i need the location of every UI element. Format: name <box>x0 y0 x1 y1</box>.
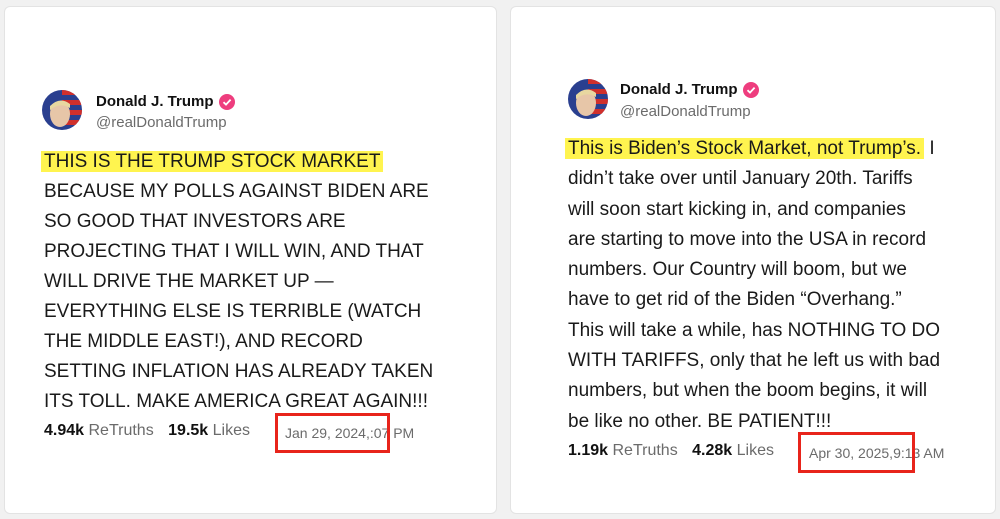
post-line: This will take a while, has NOTHING TO D… <box>568 319 941 341</box>
author-name[interactable]: Donald J. Trump <box>620 81 759 98</box>
avatar[interactable] <box>42 90 82 130</box>
post-body: THIS IS THE TRUMP STOCK MARKET BECAUSE M… <box>41 147 434 417</box>
highlighted-text: THIS IS THE TRUMP STOCK MARKET <box>41 151 384 172</box>
post-line: are starting to move into the USA in rec… <box>568 228 927 250</box>
post-line: numbers, but when the boom begins, it wi… <box>568 380 928 402</box>
likes-button[interactable]: 4.28k Likes <box>692 442 774 459</box>
post-line: SO GOOD THAT INVESTORS ARE <box>44 211 346 232</box>
verified-badge-icon <box>742 81 759 98</box>
post-line: numbers. Our Country will boom, but we <box>568 259 907 281</box>
post-line: EVERYTHING ELSE IS TERRIBLE (WATCH <box>44 301 422 322</box>
post-card-left: Donald J. Trump @realDonaldTrump THIS IS… <box>4 6 497 514</box>
post-body: This is Biden’s Stock Market, not Trump’… <box>565 134 941 437</box>
post-line: WILL DRIVE THE MARKET UP — <box>44 271 334 292</box>
post-line: WITH TARIFFS, only that he left us with … <box>568 350 941 372</box>
annotation-box <box>275 413 390 453</box>
verified-badge-icon <box>218 93 235 110</box>
author-handle[interactable]: @realDonaldTrump <box>620 103 751 120</box>
engagement-stats: 1.19k ReTruths 4.28k Likes <box>568 442 784 460</box>
post-line: PROJECTING THAT I WILL WIN, AND THAT <box>44 241 424 262</box>
retruths-button[interactable]: 4.94k ReTruths <box>44 422 154 439</box>
post-line: have to get rid of the Biden “Overhang.” <box>568 289 902 311</box>
highlighted-text: This is Biden’s Stock Market, not Trump’… <box>565 138 925 159</box>
retruths-button[interactable]: 1.19k ReTruths <box>568 442 678 459</box>
post-line: didn’t take over until January 20th. Tar… <box>568 168 913 190</box>
post-line: I <box>924 138 935 159</box>
likes-button[interactable]: 19.5k Likes <box>168 422 250 439</box>
author-name[interactable]: Donald J. Trump <box>96 93 235 110</box>
post-line: THE MIDDLE EAST!), AND RECORD <box>44 331 363 352</box>
engagement-stats: 4.94k ReTruths 19.5k Likes <box>44 422 260 440</box>
author-handle[interactable]: @realDonaldTrump <box>96 114 227 131</box>
post-card-right: Donald J. Trump @realDonaldTrump This is… <box>510 6 996 514</box>
post-line: BECAUSE MY POLLS AGAINST BIDEN ARE <box>44 181 429 202</box>
post-line: SETTING INFLATION HAS ALREADY TAKEN <box>44 361 434 382</box>
post-line: will soon start kicking in, and companie… <box>568 198 906 220</box>
annotation-box <box>798 432 915 473</box>
avatar[interactable] <box>568 79 608 119</box>
